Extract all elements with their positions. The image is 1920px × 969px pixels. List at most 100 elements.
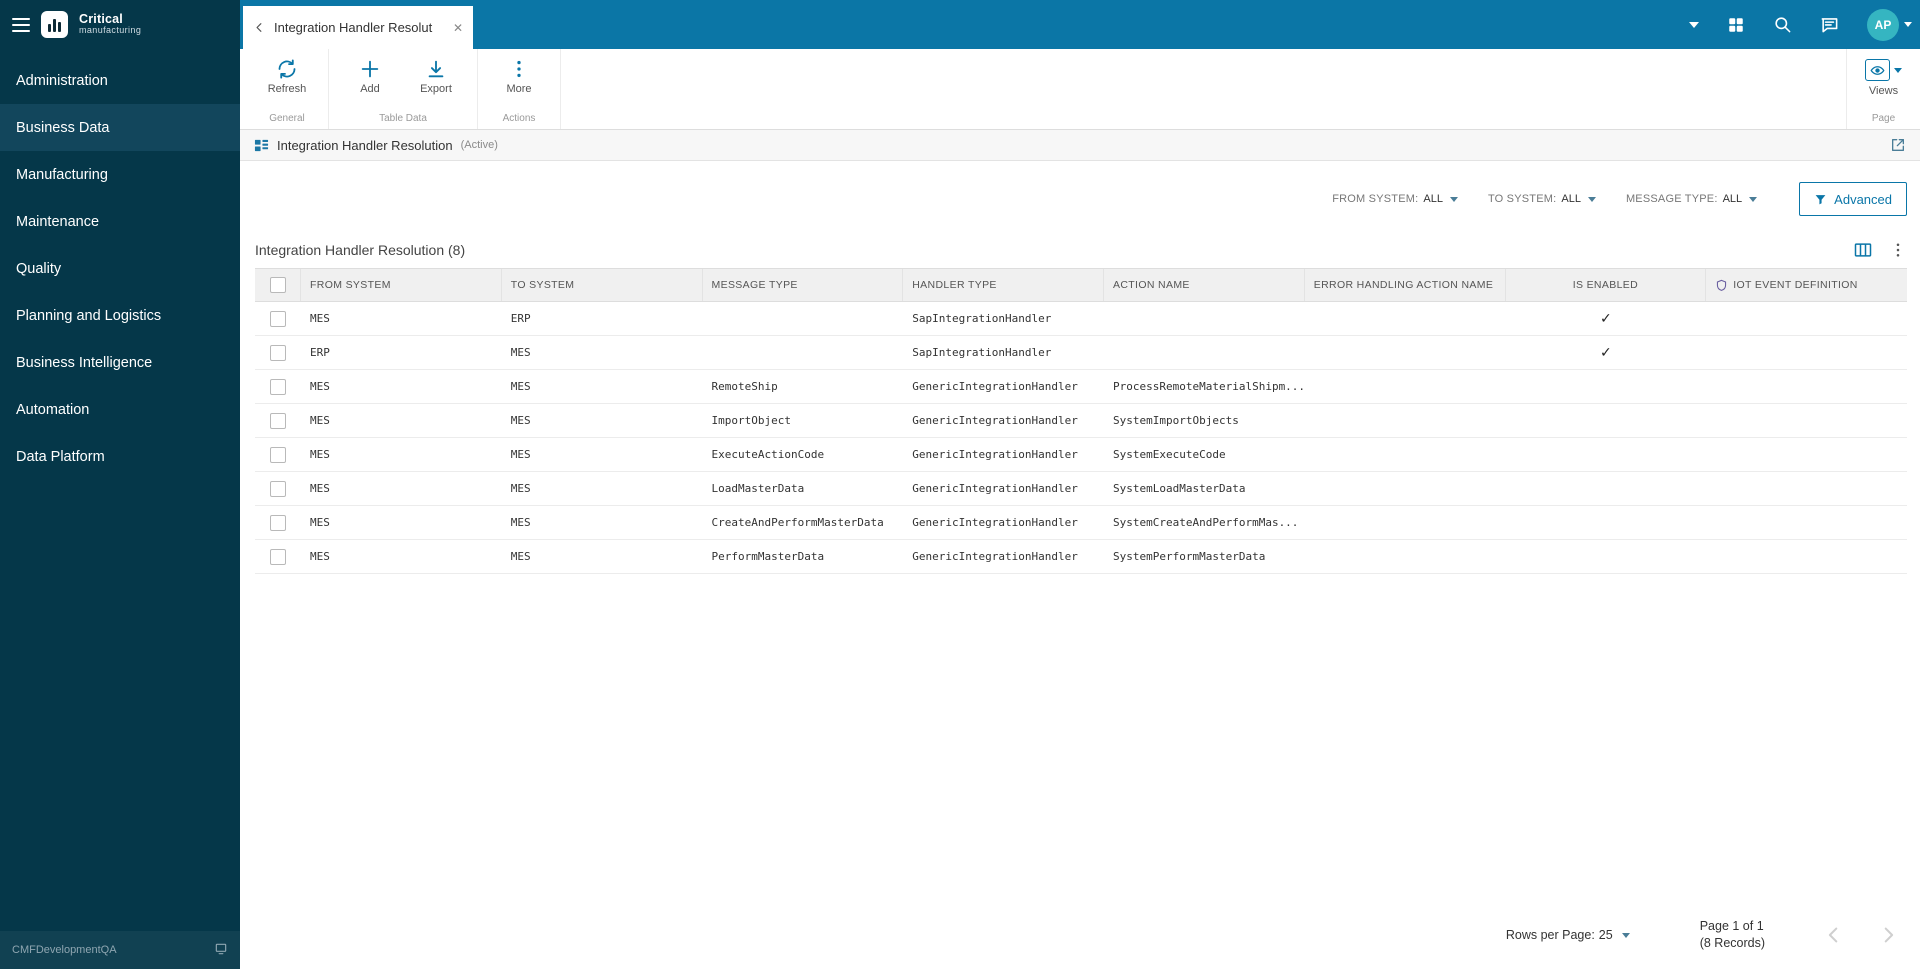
table-row[interactable]: MES MES ImportObject GenericIntegrationHand… [255,404,1907,438]
sidebar-item-data-platform[interactable]: Data Platform [0,433,240,480]
cell-message: PerformMasterData [711,550,825,563]
cell-error [1305,370,1506,403]
cell-handler: GenericIntegrationHandler [912,516,1078,529]
cell-handler: GenericIntegrationHandler [912,550,1078,563]
row-checkbox[interactable] [270,480,286,497]
column-header-iot[interactable]: IOT EVENT DEFINITION [1706,269,1907,301]
cell-error [1305,506,1506,539]
previous-page-button[interactable] [1823,924,1845,946]
tab-integration-handler-resolution[interactable]: Integration Handler Resolut ✕ [243,6,473,49]
cell-action: SystemLoadMasterData [1113,482,1246,495]
cell-error [1305,302,1506,335]
chevron-left-icon[interactable] [253,21,266,34]
table-row[interactable]: MES ERP SapIntegrationHandler ✓ [255,302,1907,336]
toolbar-group-table-data: Add Export Table Data [329,49,478,129]
columns-icon[interactable] [1853,240,1873,260]
toolbar-group-caption: Page [1871,113,1896,124]
table-row[interactable]: MES MES LoadMasterData GenericIntegrationHa… [255,472,1907,506]
rows-per-page-dropdown[interactable]: Rows per Page: 25 [1506,928,1630,942]
cell-message: ExecuteActionCode [711,448,825,461]
filter-to-system[interactable]: TO SYSTEM: ALL [1488,193,1596,205]
refresh-button[interactable]: Refresh [256,55,318,95]
sidebar-item-administration[interactable]: Administration [0,57,240,104]
sidebar-item-planning-and-logistics[interactable]: Planning and Logistics [0,292,240,339]
column-header-to[interactable]: TO SYSTEM [502,269,703,301]
sidebar-item-quality[interactable]: Quality [0,245,240,292]
sidebar-item-manufacturing[interactable]: Manufacturing [0,151,240,198]
app-window: Critical manufacturing Administration Bus… [0,0,1920,969]
cell-action [1104,336,1305,369]
sidebar-header: Critical manufacturing [0,0,240,49]
row-checkbox[interactable] [270,446,286,463]
sidebar-item-business-data[interactable]: Business Data [0,104,240,151]
cell-to: MES [510,482,531,495]
row-checkbox[interactable] [270,514,286,531]
cell-iot [1706,302,1907,335]
grid-title-icons [1853,240,1907,260]
table-row[interactable]: MES MES PerformMasterData GenericIntegratio… [255,540,1907,574]
cell-action: SystemImportObjects [1113,414,1239,427]
avatar[interactable]: AP [1867,8,1899,41]
add-button[interactable]: Add [339,55,401,95]
brand-subtitle: manufacturing [79,25,142,36]
toolbar-group-general: Refresh General [246,49,329,129]
hamburger-menu-icon[interactable] [12,14,30,36]
table-row[interactable]: MES MES CreateAndPerformMasterData GenericI… [255,506,1907,540]
table-row[interactable]: ERP MES SapIntegrationHandler ✓ [255,336,1907,370]
filter-from-system[interactable]: FROM SYSTEM: ALL [1332,193,1458,205]
kebab-menu-icon[interactable] [1889,241,1907,259]
main-area: Integration Handler Resolut ✕ AP Refresh… [240,0,1920,969]
cell-handler: GenericIntegrationHandler [912,380,1078,393]
pagination-bar: Rows per Page: 25 Page 1 of 1 (8 Records) [255,905,1907,969]
toolbar: Refresh General Add Export Table Data More Act… [240,49,1920,130]
column-header-enabled[interactable]: IS ENABLED [1506,269,1707,301]
search-icon[interactable] [1773,15,1792,34]
table-row[interactable]: MES MES RemoteShip GenericIntegrationHandle… [255,370,1907,404]
open-in-new-icon[interactable] [1890,137,1906,153]
check-icon: ✓ [1600,310,1612,327]
chevron-down-icon[interactable] [1689,21,1699,28]
cell-from: MES [310,516,330,529]
more-button[interactable]: More [488,55,550,95]
sidebar-footer: CMFDevelopmentQA [0,931,240,969]
column-header-message[interactable]: MESSAGE TYPE [703,269,904,301]
grid-title: Integration Handler Resolution (8) [255,242,466,258]
row-checkbox[interactable] [270,548,286,565]
views-label: Views [1868,85,1899,97]
cell-from: MES [310,414,330,427]
table-row[interactable]: MES MES ExecuteActionCode GenericIntegratio… [255,438,1907,472]
cell-error [1305,472,1506,505]
row-checkbox[interactable] [270,310,286,327]
cell-enabled [1506,404,1707,437]
sidebar-item-automation[interactable]: Automation [0,386,240,433]
apps-grid-icon[interactable] [1727,16,1745,34]
user-menu: AP [1867,8,1912,41]
avatar-chevron-down-icon[interactable] [1904,22,1912,27]
column-header-action[interactable]: ACTION NAME [1104,269,1305,301]
row-checkbox[interactable] [270,344,286,361]
device-icon[interactable] [214,942,228,959]
advanced-filter-button[interactable]: Advanced [1799,182,1907,216]
next-page-button[interactable] [1877,924,1899,946]
refresh-icon [276,58,298,80]
filter-message-type[interactable]: MESSAGE TYPE: ALL [1626,193,1758,205]
select-all-checkbox[interactable] [269,277,286,293]
views-button[interactable] [1865,55,1902,81]
column-header-handler[interactable]: HANDLER TYPE [903,269,1104,301]
cell-message: CreateAndPerformMasterData [711,516,884,529]
row-checkbox[interactable] [270,412,286,429]
close-icon[interactable]: ✕ [453,21,463,35]
column-header-from[interactable]: FROM SYSTEM [301,269,502,301]
cell-handler: SapIntegrationHandler [912,312,1052,325]
cell-action: SystemCreateAndPerformMas... [1113,516,1299,529]
column-header-error[interactable]: ERROR HANDLING ACTION NAME [1305,269,1506,301]
cell-iot [1706,472,1907,505]
chat-icon[interactable] [1820,15,1839,34]
sidebar-item-business-intelligence[interactable]: Business Intelligence [0,339,240,386]
cell-to: MES [510,550,531,563]
toolbar-group-caption: Table Data [379,113,427,124]
entity-icon [254,138,269,153]
sidebar-item-maintenance[interactable]: Maintenance [0,198,240,245]
export-button[interactable]: Export [405,55,467,95]
row-checkbox[interactable] [270,378,286,395]
